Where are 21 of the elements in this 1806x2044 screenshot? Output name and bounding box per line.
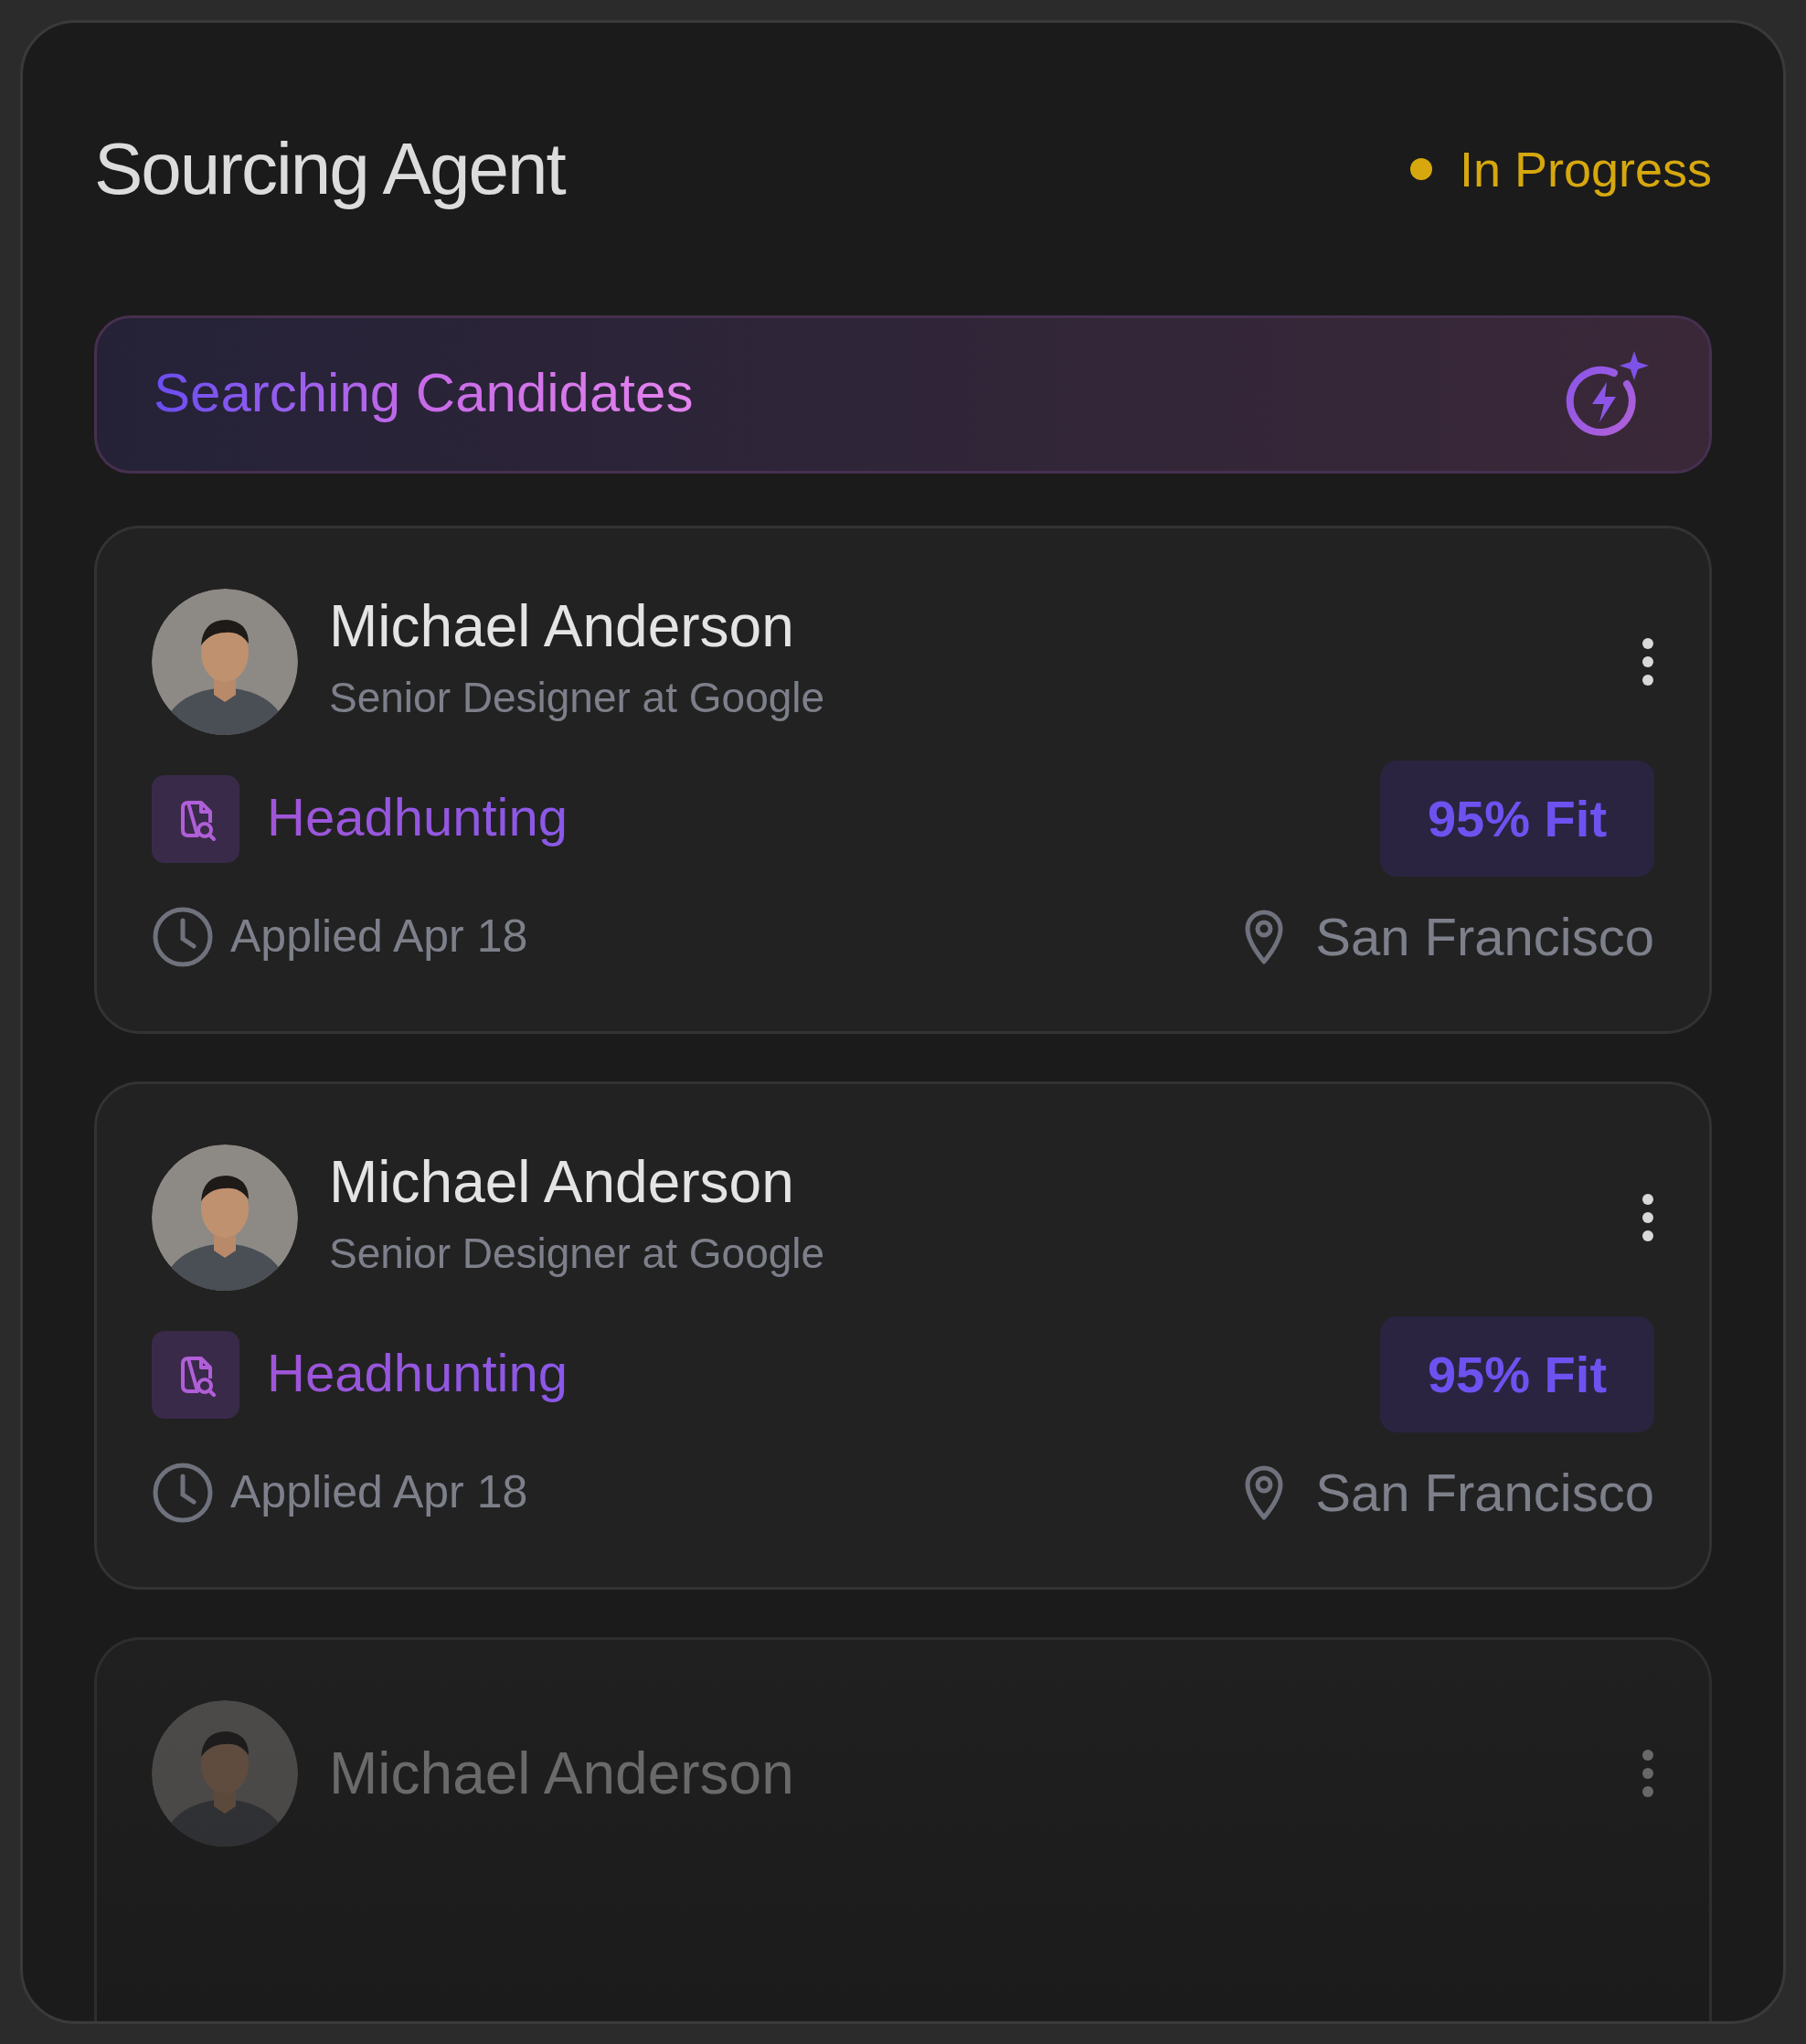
document-search-icon [152,1330,239,1419]
more-options-icon[interactable] [1641,1193,1654,1242]
document-search-icon [152,774,239,863]
clock-icon [152,1461,214,1524]
more-options-icon[interactable] [1641,637,1654,687]
candidate-location: San Francisco [1315,1462,1654,1524]
fit-badge: 95% Fit [1380,761,1654,877]
panel-title: Sourcing Agent [94,127,565,211]
applied-date: Applied Apr 18 [230,1465,528,1519]
candidate-name: Michael Anderson [329,1741,795,1806]
location-pin-icon [1244,908,1285,965]
candidate-location: San Francisco [1315,906,1654,968]
fit-badge: 95% Fit [1380,1316,1654,1432]
candidate-role: Senior Designer at Google [329,672,826,723]
candidate-name: Michael Anderson [329,1150,795,1215]
applied-date: Applied Apr 18 [230,910,528,963]
candidate-name: Michael Anderson [329,594,795,659]
clock-icon [152,905,214,968]
candidate-role: Senior Designer at Google [329,1228,826,1279]
location-pin-icon [1244,1464,1285,1521]
status-label: In Progress [1459,140,1712,198]
